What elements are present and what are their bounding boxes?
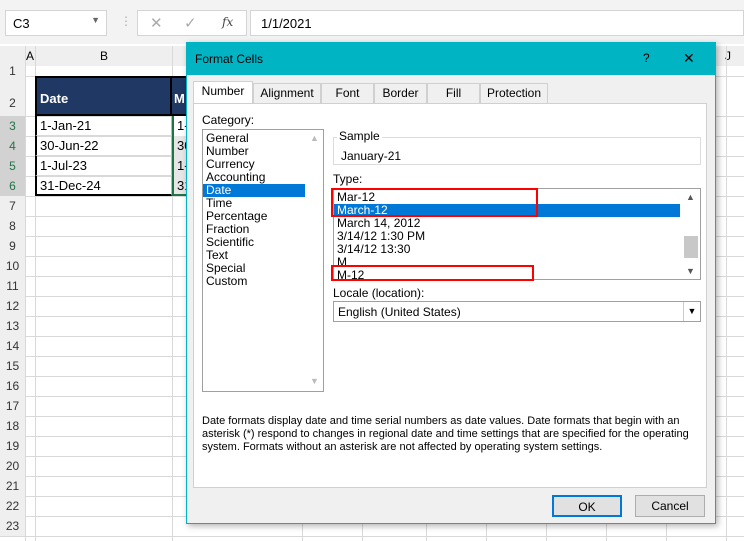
column-header-b[interactable]: B bbox=[100, 49, 108, 63]
row-header[interactable]: 13 bbox=[0, 316, 25, 336]
chevron-down-icon[interactable]: ▼ bbox=[683, 302, 700, 321]
row-header[interactable]: 5 bbox=[0, 156, 25, 176]
row-header[interactable]: 14 bbox=[0, 336, 25, 356]
sample-value: January-21 bbox=[341, 149, 402, 163]
row-header[interactable]: 11 bbox=[0, 276, 25, 296]
row-header[interactable]: 16 bbox=[0, 376, 25, 396]
scroll-down-icon[interactable]: ▼ bbox=[686, 266, 695, 276]
date-cell[interactable]: 31-Dec-24 bbox=[35, 176, 172, 196]
row-header[interactable]: 19 bbox=[0, 436, 25, 456]
scroll-up-icon[interactable]: ▲ bbox=[310, 133, 319, 143]
format-cells-dialog: Format Cells ? ✕ Number Alignment Font B… bbox=[186, 42, 716, 524]
cancel-button[interactable]: Cancel bbox=[635, 495, 705, 517]
formula-buttons: ✕ ✓ fx bbox=[137, 10, 247, 36]
grip-icon: ⋮ bbox=[120, 14, 132, 28]
locale-dropdown[interactable]: English (United States) ▼ bbox=[333, 301, 701, 322]
format-description: Date formats display date and time seria… bbox=[202, 415, 689, 453]
highlight-box-march bbox=[331, 188, 538, 217]
grid-line bbox=[0, 536, 744, 537]
date-cell[interactable]: 1-Jul-23 bbox=[35, 156, 172, 176]
dialog-titlebar: Format Cells ? ✕ bbox=[187, 43, 715, 75]
sample-label: Sample bbox=[337, 129, 382, 143]
category-item[interactable]: Custom bbox=[203, 275, 305, 288]
row-header[interactable]: 2 bbox=[0, 76, 25, 116]
header-date-text: Date bbox=[40, 91, 69, 106]
dialog-title: Format Cells bbox=[195, 52, 264, 66]
locale-value: English (United States) bbox=[338, 305, 461, 319]
type-scrollbar-thumb[interactable] bbox=[684, 236, 698, 258]
tab-number[interactable]: Number bbox=[193, 81, 253, 104]
row-header[interactable]: 12 bbox=[0, 296, 25, 316]
row-header[interactable]: 7 bbox=[0, 196, 25, 216]
header-cell-date[interactable]: Date bbox=[35, 76, 172, 116]
row-header[interactable]: 18 bbox=[0, 416, 25, 436]
row-header[interactable]: 10 bbox=[0, 256, 25, 276]
tab-fill[interactable]: Fill bbox=[427, 83, 480, 103]
row-header[interactable]: 4 bbox=[0, 136, 25, 156]
x-icon[interactable]: ✕ bbox=[150, 14, 163, 32]
type-label: Type: bbox=[333, 172, 363, 186]
date-cell[interactable]: 1-Jan-21 bbox=[35, 116, 172, 136]
row-header[interactable]: 22 bbox=[0, 496, 25, 516]
row-header[interactable]: 8 bbox=[0, 216, 25, 236]
tab-alignment[interactable]: Alignment bbox=[253, 83, 321, 103]
locale-label: Locale (location): bbox=[333, 286, 425, 300]
column-header-a[interactable]: A bbox=[26, 49, 34, 63]
chevron-down-icon[interactable]: ▼ bbox=[91, 15, 100, 25]
check-icon[interactable]: ✓ bbox=[184, 14, 197, 32]
ok-button[interactable]: OK bbox=[552, 495, 622, 517]
close-icon[interactable]: ✕ bbox=[683, 50, 695, 67]
fx-icon[interactable]: fx bbox=[222, 15, 233, 29]
row-header[interactable]: 9 bbox=[0, 236, 25, 256]
row-header[interactable]: 21 bbox=[0, 476, 25, 496]
row-header[interactable]: 23 bbox=[0, 516, 25, 536]
formula-input[interactable]: 1/1/2021 bbox=[250, 10, 744, 36]
tab-protection[interactable]: Protection bbox=[480, 83, 548, 103]
row-header[interactable]: 17 bbox=[0, 396, 25, 416]
highlight-box-m12 bbox=[331, 265, 534, 281]
category-label: Category: bbox=[202, 113, 255, 127]
category-list[interactable]: General Number Currency Accounting Date Time P… bbox=[202, 129, 324, 392]
scroll-down-icon[interactable]: ▼ bbox=[310, 376, 319, 386]
help-icon[interactable]: ? bbox=[643, 51, 650, 65]
type-item[interactable]: 3/14/12 13:30 bbox=[334, 243, 680, 256]
scroll-up-icon[interactable]: ▲ bbox=[686, 192, 695, 202]
row-header[interactable]: 1 bbox=[0, 65, 25, 77]
row-header[interactable]: 20 bbox=[0, 456, 25, 476]
name-box[interactable]: C3 ▼ bbox=[5, 10, 107, 36]
grid-line bbox=[25, 46, 26, 541]
grid-line bbox=[726, 46, 727, 541]
row-header[interactable]: 15 bbox=[0, 356, 25, 376]
date-cell[interactable]: 30-Jun-22 bbox=[35, 136, 172, 156]
row-header[interactable]: 3 bbox=[0, 116, 25, 136]
tab-border[interactable]: Border bbox=[374, 83, 427, 103]
header-c-text: M bbox=[174, 91, 185, 106]
name-box-value: C3 bbox=[13, 16, 30, 31]
tab-font[interactable]: Font bbox=[321, 83, 374, 103]
row-header[interactable]: 6 bbox=[0, 176, 25, 196]
